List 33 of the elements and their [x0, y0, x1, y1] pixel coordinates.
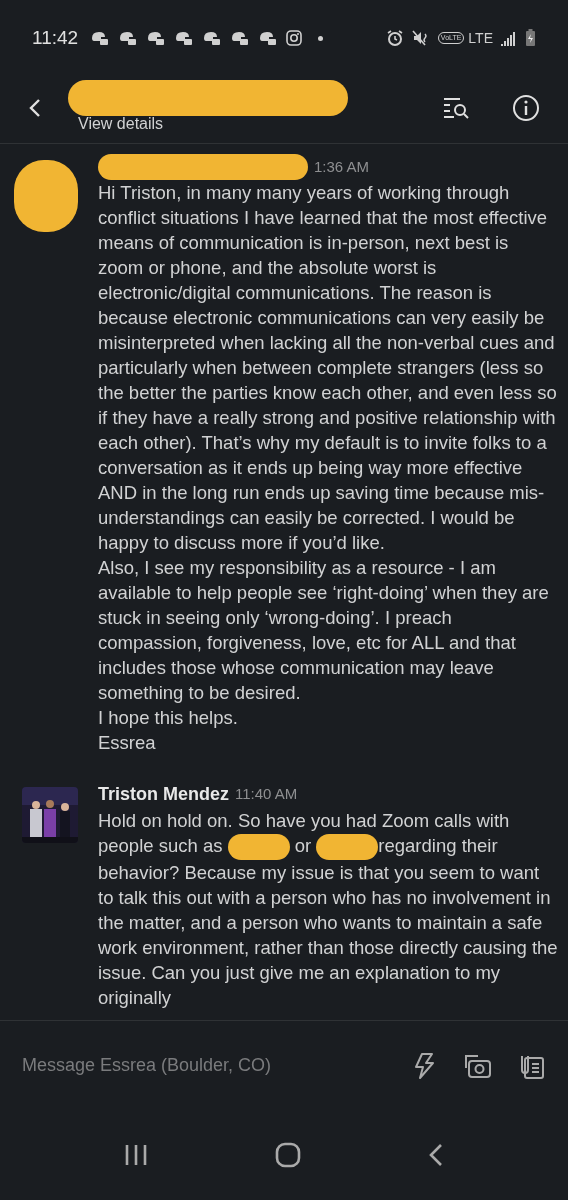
- network-label: LTE: [468, 28, 493, 48]
- back-icon[interactable]: [428, 1143, 445, 1167]
- back-icon[interactable]: [28, 96, 42, 119]
- sender-name[interactable]: Triston Mendez: [98, 781, 229, 808]
- message-text: I hope this helps.: [98, 706, 239, 730]
- notification-icon: [146, 30, 167, 46]
- signal-icon: [501, 30, 517, 46]
- lightning-icon[interactable]: [412, 1051, 436, 1080]
- mute-icon: [411, 29, 430, 47]
- alarm-icon: [385, 29, 404, 47]
- message-input[interactable]: Message Essrea (Boulder, CO): [22, 1052, 386, 1079]
- message-text: Hold on hold on. So have you had Zoom calls with people such as or regarding their behavior? Because my issue is that you seem to want to talk this out with a person who has no involvement in the matter, and a person who wants to maintain a safe work environment, rather than those directly causing the issue. Can you just give me an explanation to my originally: [98, 809, 558, 1011]
- recent-apps-icon[interactable]: [123, 1143, 148, 1167]
- message-time: 1:36 AM: [314, 156, 370, 177]
- notification-icon: [118, 30, 139, 46]
- message-text: Hi Triston, in many many years of working through conflict situations I have learned that the most effective means of communication is in-person, next best is zoom or phone, and the absolute worst is electronic/digital communications. The reason is because electronic communications can very easily be misinterpreted when lacking all the non-verbal cues and particularly when between complete strangers (less so the better the parties know each other, and even less so if they have a really strong and positive relationship with each other). That’s why my default is to invite folks to a conversation as it ends up being way more effective AND in the long run ends up saving time because mis-understandings can easily be corrected. I would be happy to discuss more if you’d like.: [98, 181, 558, 555]
- camera-app-icon: [286, 30, 303, 46]
- message-text: Essrea: [98, 731, 157, 755]
- view-details-link[interactable]: View details: [78, 111, 442, 136]
- info-icon[interactable]: [512, 93, 540, 122]
- battery-icon: [525, 29, 536, 47]
- notification-icon: [258, 30, 279, 46]
- message-text: Also, I see my responsibility as a resource - I am available to help people see ‘right-doing’ when they are stuck in seeing only ‘wrong-doing’. I preach compassion, forgiveness, love, etc for ALL and that includes those whose communication may leave something to be desired.: [98, 556, 550, 705]
- home-icon[interactable]: [275, 1142, 301, 1168]
- notification-icon: [230, 30, 251, 46]
- clock: 11:42: [32, 25, 79, 50]
- redaction-mark: [316, 834, 379, 861]
- redaction-mark: [227, 834, 290, 861]
- notification-icon: [174, 30, 195, 46]
- notification-icon: [202, 30, 223, 46]
- message-time: 11:40 AM: [235, 784, 298, 805]
- redaction-mark: [14, 160, 78, 232]
- notification-icon: [90, 30, 111, 46]
